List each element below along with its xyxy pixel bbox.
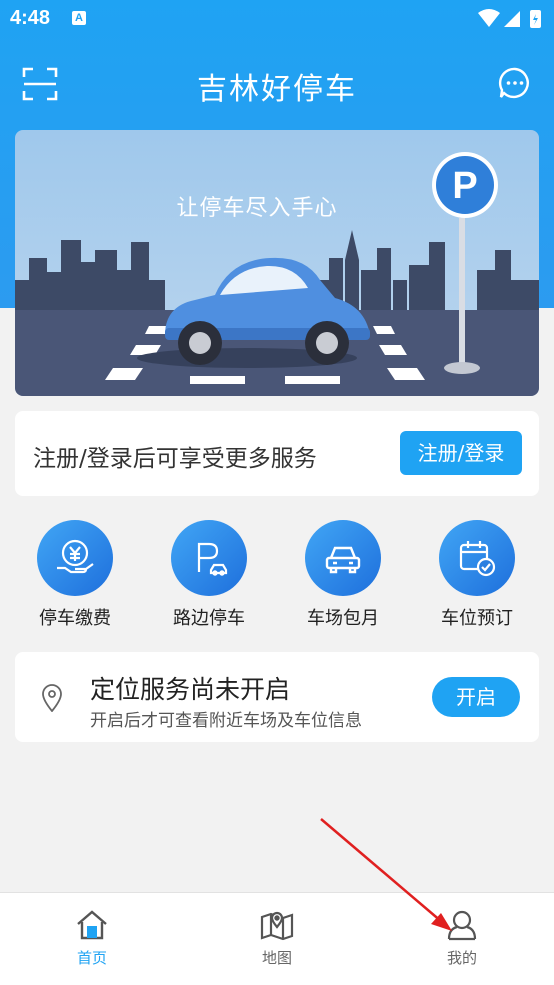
service-monthly-parking[interactable]: 车场包月 [276,518,410,633]
tab-label: 地图 [261,949,292,967]
service-roadside-parking[interactable]: 路边停车 [142,518,276,633]
location-subtitle: 开启后才可查看附近车场及车位信息 [90,711,362,731]
status-bar: 4:48 A [0,0,554,38]
location-pin-icon [42,684,62,712]
tab-profile[interactable]: 我的 [370,893,554,985]
tab-label: 首页 [76,949,107,967]
bottom-tab-bar: 首页 地图 我的 [0,892,554,985]
login-prompt: 注册/登录后可享受更多服务 [33,446,317,472]
tab-map[interactable]: 地图 [185,893,369,985]
home-icon [77,910,107,940]
promo-banner[interactable]: P 让停车尽入手心 [15,130,539,396]
banner-slogan: 让停车尽入手心 [176,196,338,221]
enable-location-button[interactable]: 开启 [432,677,520,717]
map-icon [260,911,294,941]
service-label: 停车缴费 [39,608,111,629]
service-grid: 停车缴费 路边停车 车场包月 车位预订 [0,518,554,633]
message-button[interactable] [498,66,532,100]
monthly-parking-icon [325,546,361,574]
service-space-reservation[interactable]: 车位预订 [410,518,544,633]
system-icons [476,7,546,36]
location-card: 定位服务尚未开启 开启后才可查看附近车场及车位信息 开启 [15,652,539,742]
wifi-icon [478,9,500,27]
service-label: 车场包月 [307,608,379,629]
login-card: 注册/登录后可享受更多服务 注册/登录 [15,411,539,496]
tab-home[interactable]: 首页 [0,893,184,985]
status-time: 4:48 [10,7,51,29]
parking-payment-icon [57,539,94,574]
top-app-bar: 吉林好停车 [0,50,554,116]
roadside-parking-icon [197,542,228,576]
service-label: 路边停车 [173,608,245,629]
space-reservation-icon [459,541,496,577]
service-label: 车位预订 [441,608,513,629]
tab-label: 我的 [446,949,477,967]
chat-bubble-icon [498,67,529,99]
service-parking-payment[interactable]: 停车缴费 [8,518,142,633]
location-title: 定位服务尚未开启 [90,675,291,704]
user-icon [447,910,477,941]
notification-icon: A [72,11,86,25]
login-button[interactable]: 注册/登录 [400,431,522,475]
app-title: 吉林好停车 [197,72,357,107]
banner-illustration: P [15,152,539,396]
signal-icon [504,11,520,27]
